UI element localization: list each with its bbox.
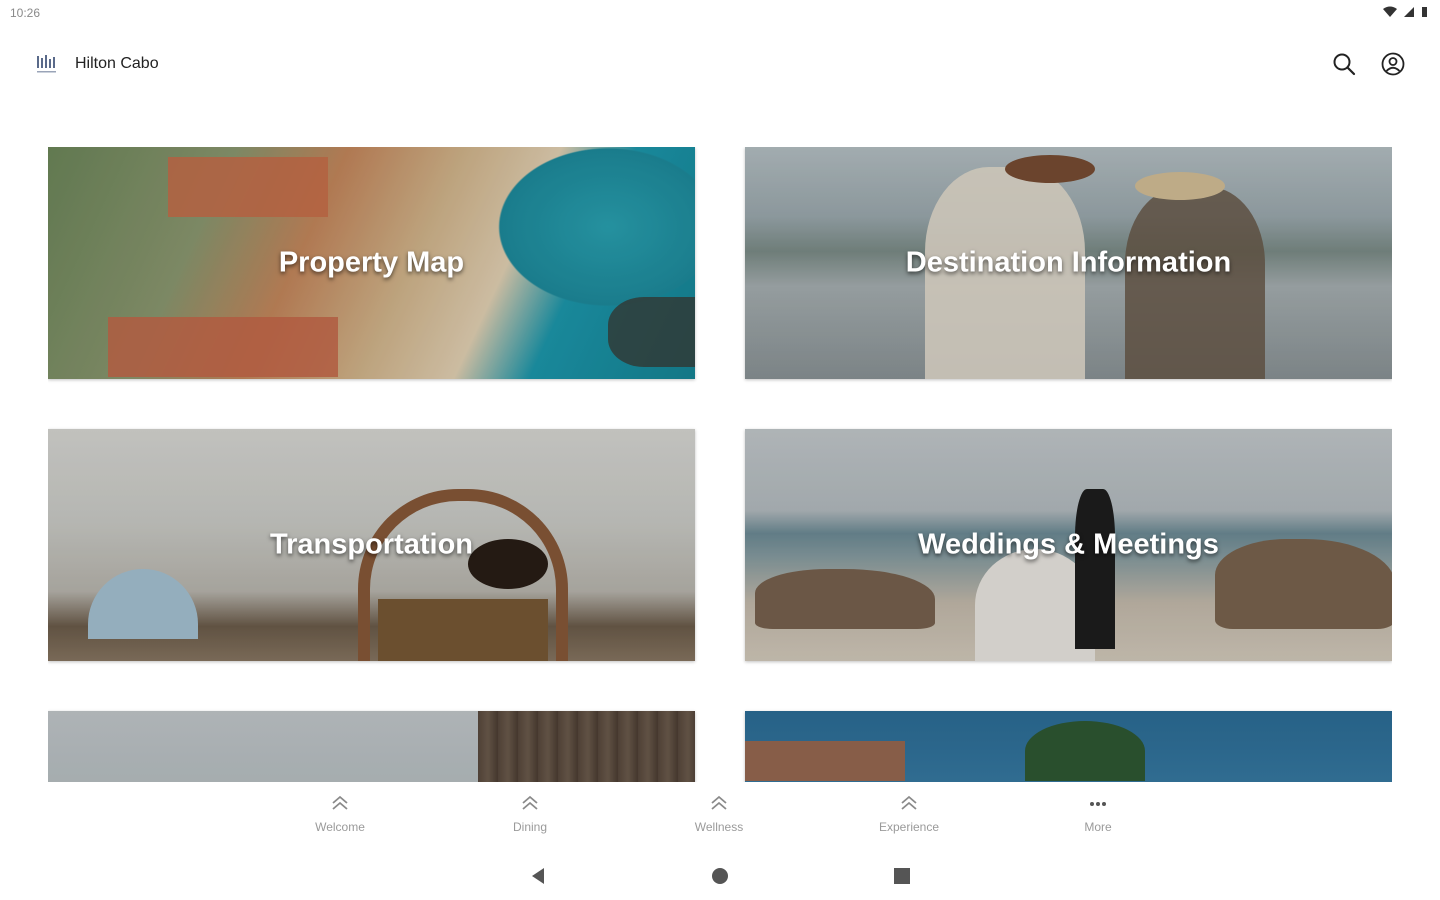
recents-button[interactable] [890, 864, 914, 888]
nav-experience[interactable]: Experience [859, 794, 959, 844]
tile-overlay [745, 711, 1392, 782]
chevrons-up-icon [332, 795, 348, 810]
nav-label: Dining [512, 820, 548, 834]
nav-wellness[interactable]: Wellness [669, 794, 769, 844]
tile-weddings-meetings[interactable]: Weddings & Meetings [745, 429, 1392, 661]
nav-label: Welcome [315, 820, 365, 834]
battery-icon [1422, 7, 1427, 17]
bottom-navigation: Welcome Dining Wellness Experience More [0, 782, 1440, 852]
signal-icon [1404, 7, 1414, 17]
app-bar: Hilton Cabo [0, 40, 1440, 90]
nav-label: Wellness [694, 820, 744, 834]
system-navigation [0, 852, 1440, 900]
tile-label: Transportation [269, 528, 473, 561]
recents-square-icon [894, 868, 910, 884]
tile-partial-right[interactable] [745, 711, 1392, 782]
nav-label: Experience [878, 820, 940, 834]
category-grid: Property Map Destination Information Tra… [48, 147, 1392, 782]
account-button[interactable] [1379, 50, 1407, 78]
tile-label: Property Map [278, 246, 465, 279]
status-time: 10:26 [10, 6, 41, 20]
search-button[interactable] [1330, 50, 1358, 78]
nav-more[interactable]: More [1048, 794, 1148, 844]
tile-transportation[interactable]: Transportation [48, 429, 695, 661]
wifi-icon [1383, 6, 1397, 17]
nav-label: More [1084, 820, 1112, 834]
status-bar: 10:26 [0, 0, 1440, 28]
back-triangle-icon [532, 868, 544, 884]
home-circle-icon [712, 868, 728, 884]
tile-overlay [48, 711, 695, 782]
back-button[interactable] [526, 864, 550, 888]
more-dots-icon [1090, 802, 1106, 806]
tile-label: Destination Information [905, 246, 1232, 279]
nav-welcome[interactable]: Welcome [290, 794, 390, 844]
chevrons-up-icon [901, 795, 917, 810]
hilton-logo [37, 55, 56, 73]
nav-dining[interactable]: Dining [480, 794, 580, 844]
chevrons-up-icon [711, 795, 727, 810]
status-icons [1383, 6, 1428, 18]
tile-property-map[interactable]: Property Map [48, 147, 695, 379]
tile-destination-information[interactable]: Destination Information [745, 147, 1392, 379]
account-icon [1381, 52, 1405, 76]
chevrons-up-icon [522, 795, 538, 810]
app-title: Hilton Cabo [75, 55, 159, 72]
tile-label: Weddings & Meetings [918, 528, 1219, 561]
search-icon [1333, 53, 1356, 76]
home-button[interactable] [708, 864, 732, 888]
tile-partial-left[interactable] [48, 711, 695, 782]
